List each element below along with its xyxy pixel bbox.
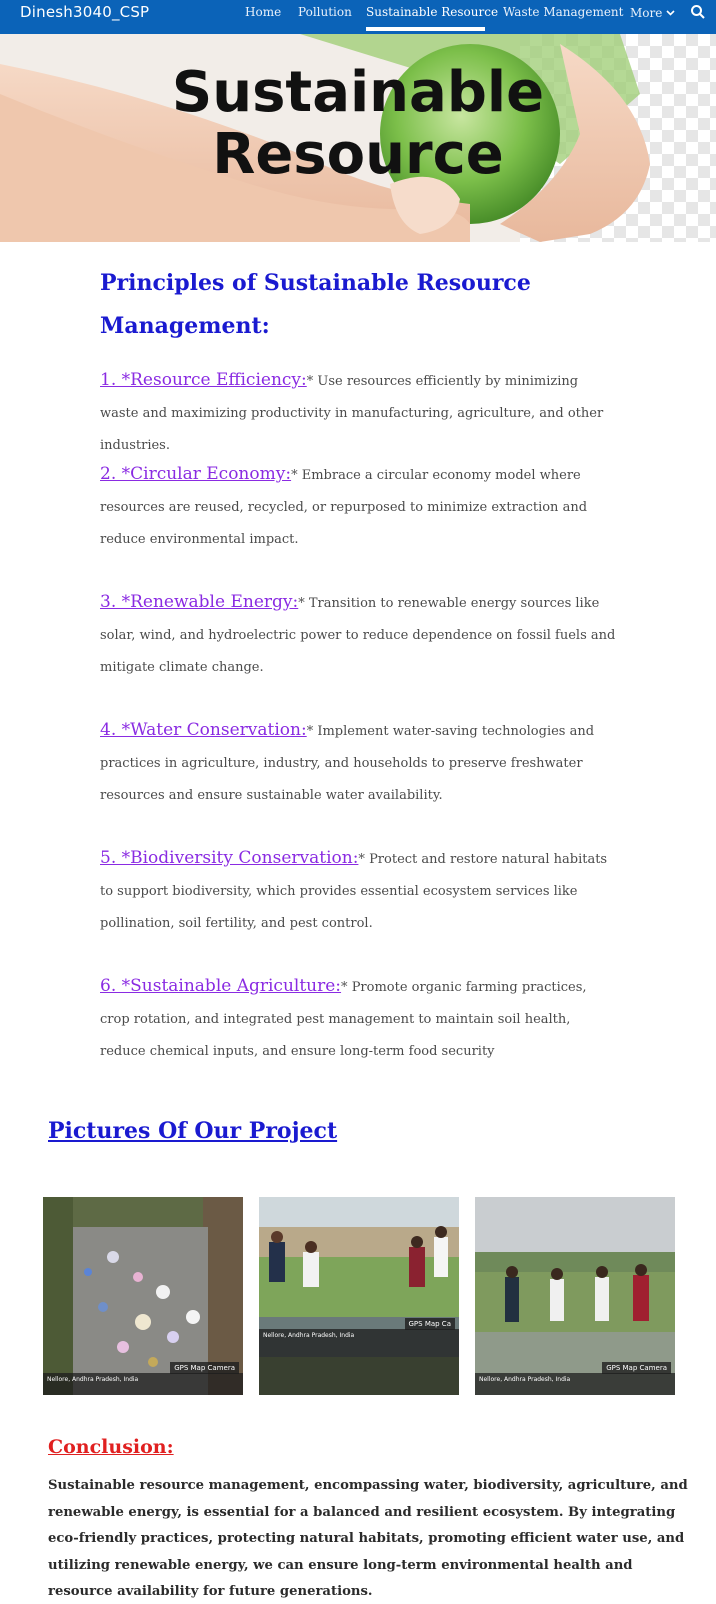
- nav-link-sustainable-resource[interactable]: Sustainable Resource: [366, 5, 498, 19]
- nav-more-label: More: [630, 6, 663, 20]
- pictures-heading: Pictures Of Our Project: [48, 1118, 338, 1144]
- search-icon[interactable]: [690, 4, 710, 24]
- hero-title-line-2: Resource: [212, 122, 504, 187]
- principle-link[interactable]: 2. *Circular Economy:: [100, 464, 291, 484]
- principle-item: 6. *Sustainable Agriculture:* Promote or…: [100, 976, 587, 1059]
- nav-more-menu[interactable]: More: [630, 5, 675, 20]
- conclusion-heading: Conclusion:: [48, 1436, 174, 1458]
- nav-link-home[interactable]: Home: [245, 5, 281, 19]
- gps-stamp: GPS Map Ca Nellore, Andhra Pradesh, Indi…: [259, 1318, 459, 1395]
- gps-stamp-brand: GPS Map Camera: [602, 1362, 671, 1374]
- principles-heading: Principles of Sustainable Resource Manag…: [100, 270, 531, 339]
- gps-stamp-location: Nellore, Andhra Pradesh, India: [479, 1376, 571, 1383]
- chevron-down-icon: [666, 5, 675, 19]
- nav-link-waste-management[interactable]: Waste Management: [503, 5, 623, 19]
- principle-link[interactable]: 3. *Renewable Energy:: [100, 592, 298, 612]
- top-nav-bar: Dinesh3040_CSP Home Pollution Sustainabl…: [0, 0, 716, 34]
- principle-link[interactable]: 5. *Biodiversity Conservation:: [100, 848, 358, 868]
- project-photo-team-at-pond[interactable]: GPS Map Camera Nellore, Andhra Pradesh, …: [475, 1197, 675, 1395]
- hero-title-line-1: Sustainable: [171, 60, 545, 125]
- principle-item: 4. *Water Conservation:* Implement water…: [100, 720, 595, 803]
- gps-stamp-brand: GPS Map Ca: [404, 1318, 455, 1330]
- principle-item: 3. *Renewable Energy:* Transition to ren…: [100, 592, 616, 675]
- gps-stamp: GPS Map Camera Nellore, Andhra Pradesh, …: [475, 1362, 675, 1395]
- conclusion-text: Sustainable resource management, encompa…: [48, 1478, 688, 1599]
- principle-link[interactable]: 6. *Sustainable Agriculture:: [100, 976, 341, 996]
- gps-stamp-location: Nellore, Andhra Pradesh, India: [47, 1376, 139, 1383]
- principle-item: 2. *Circular Economy:* Embrace a circula…: [100, 464, 588, 547]
- gps-stamp-location: Nellore, Andhra Pradesh, India: [263, 1332, 355, 1339]
- principle-link[interactable]: 1. *Resource Efficiency:: [100, 370, 307, 390]
- hero-title: Sustainable Resource: [0, 62, 716, 186]
- principle-item: 5. *Biodiversity Conservation:* Protect …: [100, 848, 608, 931]
- project-photo-cleanup-work[interactable]: GPS Map Ca Nellore, Andhra Pradesh, Indi…: [259, 1197, 459, 1395]
- site-title[interactable]: Dinesh3040_CSP: [20, 3, 149, 21]
- principle-item: 1. *Resource Efficiency:* Use resources …: [100, 370, 604, 453]
- gps-stamp: GPS Map Camera Nellore, Andhra Pradesh, …: [43, 1362, 243, 1395]
- nav-link-pollution[interactable]: Pollution: [298, 5, 352, 19]
- principle-link[interactable]: 4. *Water Conservation:: [100, 720, 307, 740]
- project-photo-canal-waste[interactable]: GPS Map Camera Nellore, Andhra Pradesh, …: [43, 1197, 243, 1395]
- gps-stamp-brand: GPS Map Camera: [170, 1362, 239, 1374]
- active-tab-indicator: [366, 27, 485, 31]
- hero-banner: Sustainable Resource: [0, 34, 716, 242]
